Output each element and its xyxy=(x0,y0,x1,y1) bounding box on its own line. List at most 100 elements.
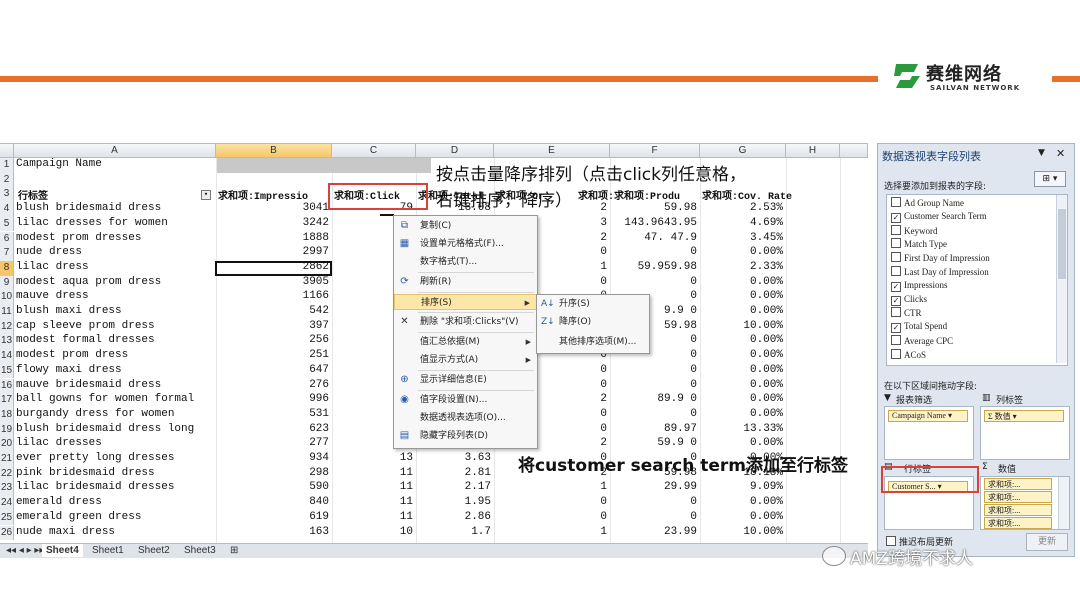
row-header[interactable]: 17 xyxy=(0,393,14,408)
table-cell-d[interactable]: 1.7 xyxy=(416,526,494,541)
table-cell-b[interactable]: 840 xyxy=(216,496,332,511)
checkbox-icon[interactable] xyxy=(891,335,901,345)
table-cell-a[interactable]: modest formal dresses xyxy=(16,334,216,349)
table-cell-a[interactable]: blush maxi dress xyxy=(16,305,216,320)
table-cell-b[interactable]: 531 xyxy=(216,408,332,423)
row-header[interactable]: 14 xyxy=(0,349,14,364)
table-cell-a[interactable]: emerald green dress xyxy=(16,511,216,526)
table-cell-f[interactable]: 59.9 0 xyxy=(610,437,700,452)
field-item[interactable]: ACoS xyxy=(891,348,926,363)
table-cell-a[interactable]: flowy maxi dress xyxy=(16,364,216,379)
table-cell-a[interactable]: ever pretty long dresses xyxy=(16,452,216,467)
row-header[interactable]: 9 xyxy=(0,275,14,291)
table-cell-c[interactable]: 11 xyxy=(332,496,416,511)
table-cell-f[interactable]: 59.959.98 xyxy=(610,261,700,276)
table-cell-g[interactable]: 0.00% xyxy=(700,437,786,452)
table-cell-b[interactable]: 251 xyxy=(216,349,332,364)
checkbox-icon[interactable] xyxy=(891,348,901,359)
table-cell-b[interactable]: 934 xyxy=(216,452,332,467)
row-header[interactable]: 18 xyxy=(0,407,14,423)
table-cell-b[interactable]: 3242 xyxy=(216,217,332,232)
value-chip[interactable]: 求和项:... xyxy=(984,491,1052,503)
table-cell-b[interactable]: 397 xyxy=(216,320,332,335)
table-cell-b[interactable]: 3905 xyxy=(216,276,332,291)
row-header[interactable]: 13 xyxy=(0,334,14,350)
menu-show-details[interactable]: ⊕ 显示详细信息(E) xyxy=(394,372,537,388)
campaign-name-filter-cell[interactable] xyxy=(217,158,431,173)
filter-dropdown-icon[interactable]: ▾ xyxy=(201,190,211,200)
menu-sort[interactable]: 排序(S) ▶ xyxy=(394,294,537,310)
row-header[interactable]: 10 xyxy=(0,290,14,305)
menu-show-values-as[interactable]: 值显示方式(A) ▶ xyxy=(394,352,537,368)
table-cell-a[interactable]: blush bridesmaid dress long xyxy=(16,423,216,438)
checkbox-checked-icon[interactable]: ✓ xyxy=(891,323,901,334)
table-cell-f[interactable]: 0 xyxy=(610,408,700,423)
table-cell-d[interactable]: 2.81 xyxy=(416,467,494,482)
table-cell-e[interactable]: 1 xyxy=(494,526,610,541)
field-item[interactable]: ✓ Total Spend xyxy=(891,321,947,335)
table-cell-f[interactable]: 29.99 xyxy=(610,481,700,496)
field-item[interactable]: Ad Group Name xyxy=(891,197,964,211)
row-header[interactable]: 23 xyxy=(0,481,14,497)
campaign-name-chip[interactable]: Campaign Name ▾ xyxy=(888,410,968,422)
checkbox-checked-icon[interactable]: ✓ xyxy=(891,212,901,223)
row-labels-header[interactable]: 行标签 xyxy=(18,187,214,202)
table-cell-a[interactable]: lilac dresses xyxy=(16,437,216,452)
layout-options-button[interactable]: ⊞ ▾ xyxy=(1034,171,1066,187)
menu-number-format[interactable]: 数字格式(T)... xyxy=(394,254,537,270)
field-item[interactable]: ✓ Customer Search Term xyxy=(891,211,987,225)
table-cell-f[interactable]: 0 xyxy=(610,364,700,379)
table-cell-c[interactable]: 11 xyxy=(332,511,416,526)
menu-sort-descending[interactable]: Z↓ 降序(O) xyxy=(537,313,649,331)
row-header[interactable]: 7 xyxy=(0,246,14,261)
row-header[interactable]: 21 xyxy=(0,452,14,467)
table-cell-a[interactable]: lilac bridesmaid dresses xyxy=(16,481,216,496)
table-cell-g[interactable]: 0.00% xyxy=(700,246,786,261)
values-scrollbar[interactable] xyxy=(1058,477,1069,529)
menu-more-sort-options[interactable]: 其他排序选项(M)... xyxy=(537,333,649,351)
field-item[interactable]: CTR xyxy=(891,307,922,321)
table-cell-a[interactable]: nude dress xyxy=(16,246,216,261)
table-cell-b[interactable]: 256 xyxy=(216,334,332,349)
row-header[interactable]: 3 xyxy=(0,187,14,203)
column-header-b[interactable]: B xyxy=(216,144,332,158)
row-header[interactable]: 20 xyxy=(0,437,14,452)
table-cell-a[interactable]: blush bridesmaid dress xyxy=(16,202,216,217)
menu-copy[interactable]: ⧉ 复制(C) xyxy=(394,218,537,234)
table-cell-g[interactable]: 0.00% xyxy=(700,276,786,291)
checkbox-checked-icon[interactable]: ✓ xyxy=(891,295,901,306)
table-cell-b[interactable]: 2997 xyxy=(216,246,332,261)
table-cell-g[interactable]: 0.00% xyxy=(700,379,786,394)
table-cell-a[interactable]: cap sleeve prom dress xyxy=(16,320,216,335)
field-item[interactable]: ✓ Clicks xyxy=(891,294,927,308)
update-button[interactable]: 更新 xyxy=(1026,533,1068,551)
table-cell-f[interactable]: 0 xyxy=(610,379,700,394)
header-product-sales[interactable]: 求和项:Produ xyxy=(614,187,700,202)
table-cell-g[interactable]: 0.00% xyxy=(700,511,786,526)
column-labels-zone[interactable]: Σ 数值 ▾ xyxy=(980,406,1070,460)
row-header[interactable]: 11 xyxy=(0,305,14,320)
menu-hide-field-list[interactable]: ▤ 隐藏字段列表(D) xyxy=(394,428,537,444)
value-chip[interactable]: 求和项:... xyxy=(984,478,1052,490)
row-header[interactable]: 15 xyxy=(0,363,14,379)
field-item[interactable]: First Day of Impression xyxy=(891,252,990,266)
table-cell-f[interactable]: 143.9643.95 xyxy=(610,217,700,232)
values-zone[interactable]: 求和项:... 求和项:... 求和项:... 求和项:... xyxy=(980,476,1070,530)
table-cell-g[interactable]: 0.00% xyxy=(700,393,786,408)
table-cell-g[interactable]: 0.00% xyxy=(700,408,786,423)
table-cell-b[interactable]: 619 xyxy=(216,511,332,526)
table-cell-g[interactable]: 0.00% xyxy=(700,305,786,320)
tab-sheet3[interactable]: Sheet3 xyxy=(180,544,220,557)
checkbox-icon[interactable] xyxy=(891,307,901,318)
menu-pivot-options[interactable]: 数据透视表选项(O)... xyxy=(394,410,537,426)
value-chip[interactable]: 求和项:... xyxy=(984,504,1052,516)
table-cell-f[interactable]: 0 xyxy=(610,511,700,526)
table-cell-a[interactable]: mauve dress xyxy=(16,290,216,305)
table-cell-a[interactable]: emerald dress xyxy=(16,496,216,511)
row-header[interactable]: 16 xyxy=(0,378,14,394)
close-icon[interactable]: ✕ xyxy=(1056,147,1065,160)
table-cell-f[interactable]: 59.98 xyxy=(610,202,700,217)
table-cell-e[interactable]: 1 xyxy=(494,481,610,496)
scrollbar-thumb[interactable] xyxy=(1058,209,1066,279)
table-cell-g[interactable]: 0.00% xyxy=(700,290,786,305)
